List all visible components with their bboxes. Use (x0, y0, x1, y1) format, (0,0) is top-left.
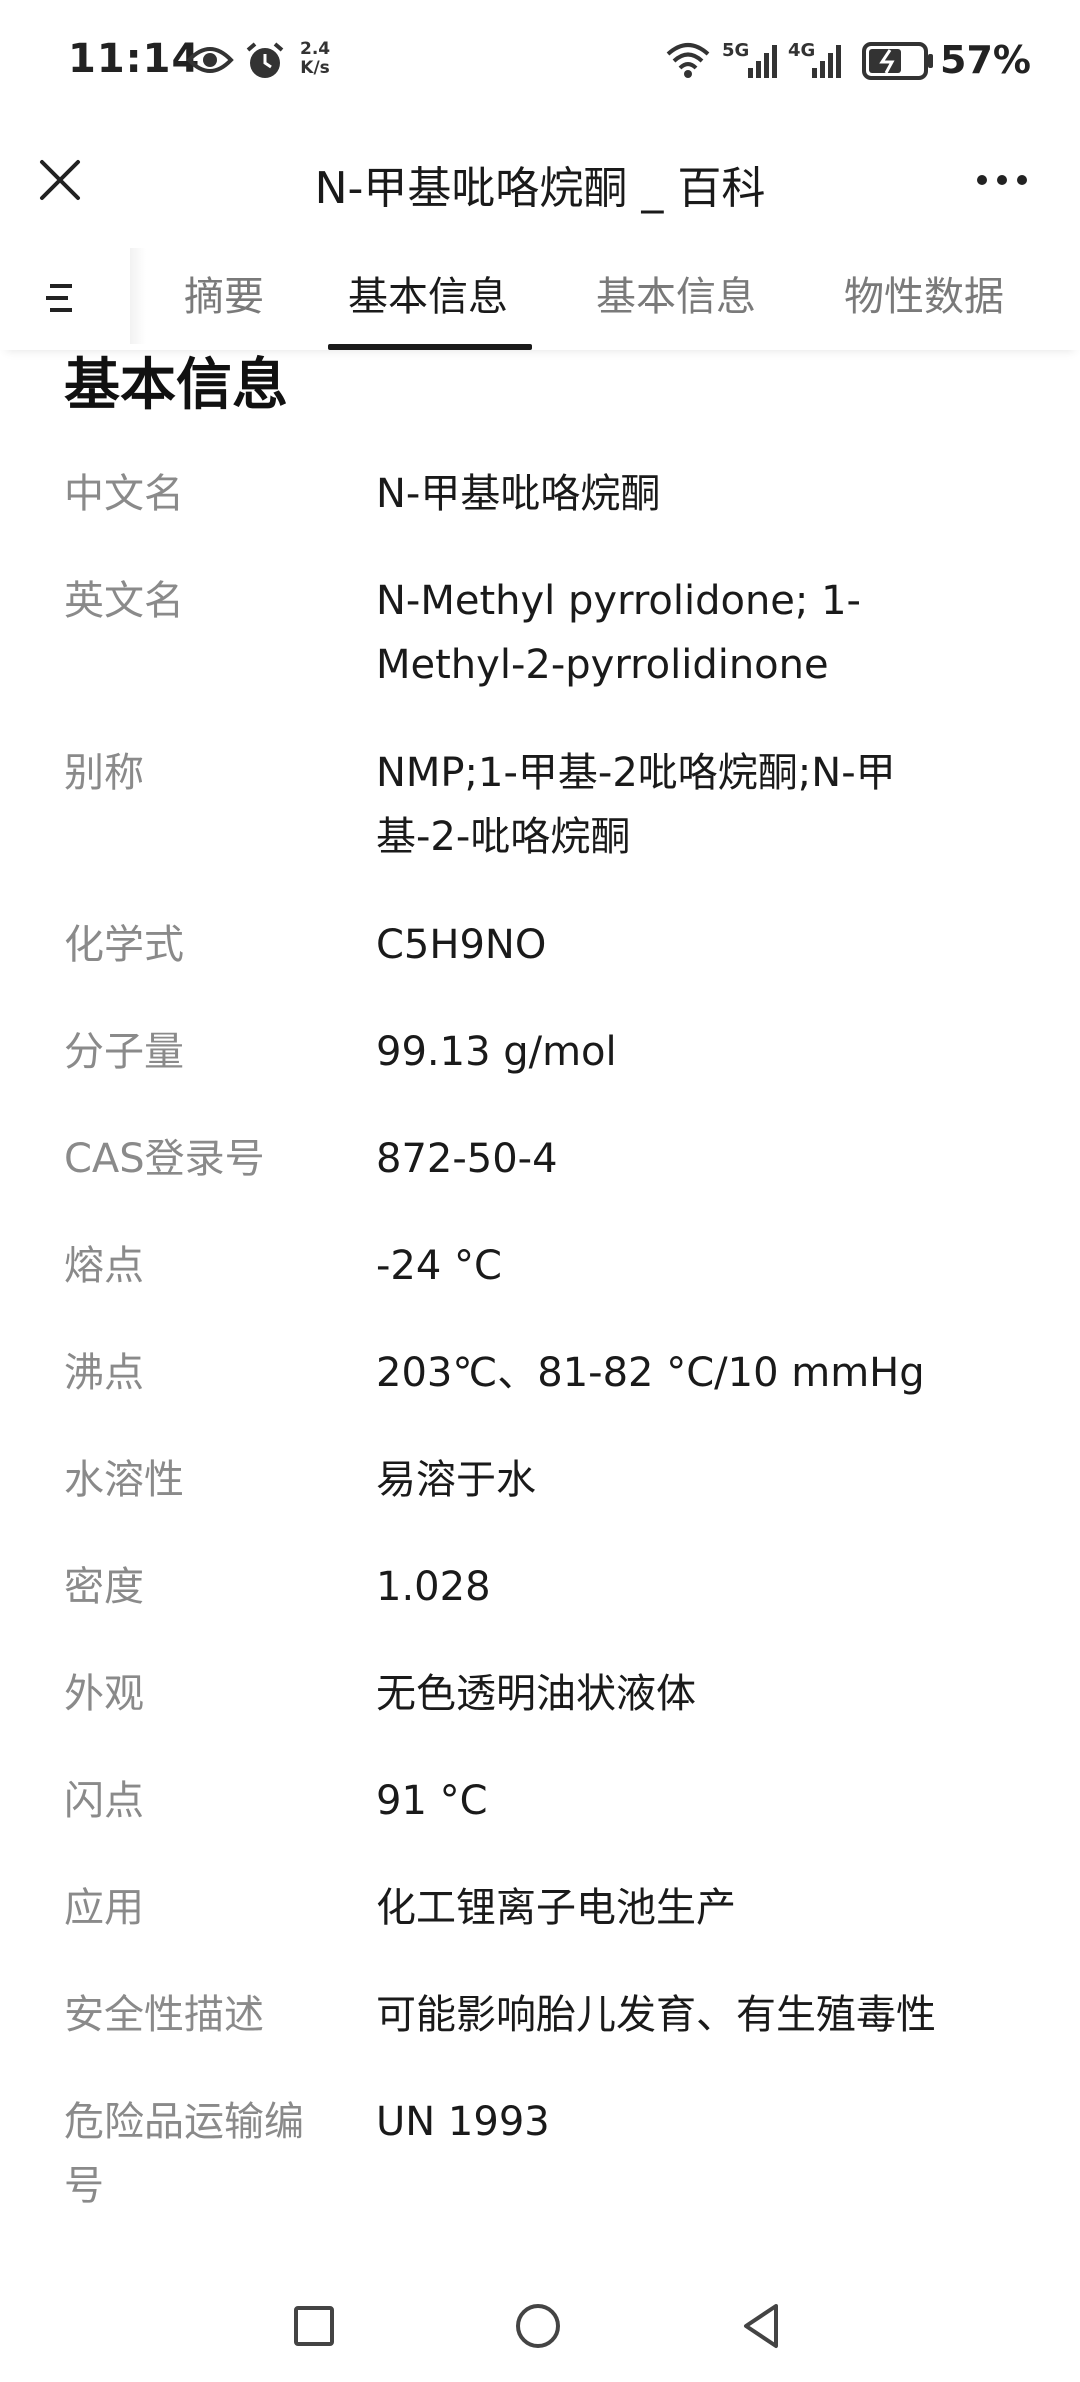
row-value: 无色透明油状液体 (376, 1671, 696, 1717)
row-label: 安全性描述 (64, 1992, 264, 2038)
menu-divider (130, 248, 146, 344)
signal-icon (748, 44, 778, 82)
recent-apps-button[interactable] (282, 2294, 346, 2358)
row-value: N-Methyl pyrrolidone; 1- Methyl-2-pyrrol… (376, 569, 1016, 697)
title-bar: N-甲基吡咯烷酮 _ 百科 (0, 126, 1080, 236)
row-value: 91 °C (376, 1778, 488, 1824)
back-icon (744, 2304, 778, 2348)
status-time: 11:14 (68, 36, 201, 82)
network-speed: 2.4 K/s (300, 40, 330, 78)
page: 11:14 2.4 K/s 5G 4G 57% N-甲基吡咯烷酮 _ 百科 摘要… (0, 0, 1080, 2382)
row-value-line: N-Methyl pyrrolidone; 1- (376, 578, 861, 624)
row-value: 可能影响胎儿发育、有生殖毒性 (376, 1992, 936, 2038)
row-value: -24 °C (376, 1243, 502, 1289)
network-speed-unit: K/s (300, 58, 330, 78)
row-value: 872-50-4 (376, 1136, 558, 1182)
system-nav-bar (0, 2270, 1080, 2382)
row-label: 化学式 (64, 922, 184, 968)
row-label: 熔点 (64, 1243, 144, 1289)
tab-physical-data[interactable]: 物性数据 (844, 264, 1004, 344)
row-value: 99.13 g/mol (376, 1029, 617, 1075)
row-value: 1.028 (376, 1564, 491, 1610)
row-label: 英文名 (64, 578, 184, 624)
row-value: UN 1993 (376, 2099, 550, 2145)
alarm-icon (244, 40, 286, 86)
row-label: 别称 (64, 750, 144, 796)
row-label: 分子量 (64, 1029, 184, 1075)
row-value-line: Methyl-2-pyrrolidinone (376, 642, 829, 688)
row-value: 化工锂离子电池生产 (376, 1885, 736, 1931)
tab-bar: 摘要 基本信息 基本信息 物性数据 (0, 240, 1080, 350)
row-value: NMP;1-甲基-2吡咯烷酮;N-甲 基-2-吡咯烷酮 (376, 741, 1016, 869)
row-label: 密度 (64, 1564, 144, 1610)
row-label: CAS登录号 (64, 1136, 265, 1182)
battery-percentage: 57% (940, 38, 1031, 82)
tab-basic-info-2[interactable]: 基本信息 (596, 264, 756, 344)
close-icon (40, 160, 80, 200)
outline-menu-button[interactable] (40, 270, 100, 326)
row-label: 外观 (64, 1671, 144, 1717)
network-speed-value: 2.4 (300, 39, 331, 59)
row-value: C5H9NO (376, 922, 547, 968)
signal-icon-2 (812, 44, 842, 82)
home-button[interactable] (506, 2294, 570, 2358)
network-type-1: 5G (722, 40, 750, 61)
menu-icon (46, 284, 72, 312)
more-icon (977, 175, 1027, 185)
more-button[interactable] (970, 148, 1034, 212)
row-value-line: 基-2-吡咯烷酮 (376, 814, 631, 860)
row-label: 应用 (64, 1885, 144, 1931)
row-value: 203℃、81-82 °C/10 mmHg (376, 1350, 925, 1396)
row-value: N-甲基吡咯烷酮 (376, 471, 661, 517)
row-value-line: NMP;1-甲基-2吡咯烷酮;N-甲 (376, 750, 896, 796)
row-label-line: 号 (64, 2163, 104, 2209)
row-label: 闪点 (64, 1778, 144, 1824)
tab-summary[interactable]: 摘要 (184, 264, 264, 344)
row-label: 水溶性 (64, 1457, 184, 1503)
page-title: N-甲基吡咯烷酮 _ 百科 (314, 163, 766, 214)
row-label-line: 危险品运输编 (64, 2099, 304, 2145)
status-bar: 11:14 2.4 K/s 5G 4G 57% (0, 0, 1080, 126)
home-icon (516, 2304, 560, 2348)
active-tab-indicator (328, 344, 532, 350)
row-label: 中文名 (64, 471, 184, 517)
wifi-icon (664, 40, 712, 84)
close-button[interactable] (28, 148, 92, 212)
back-button[interactable] (730, 2294, 794, 2358)
row-label: 危险品运输编 号 (64, 2090, 334, 2218)
section-title: 基本信息 (64, 353, 288, 418)
row-value: 易溶于水 (376, 1457, 536, 1503)
battery-icon (862, 42, 934, 84)
recent-apps-icon (294, 2306, 334, 2346)
tab-basic-info[interactable]: 基本信息 (348, 264, 508, 344)
eye-icon (186, 40, 234, 84)
row-label: 沸点 (64, 1350, 144, 1396)
